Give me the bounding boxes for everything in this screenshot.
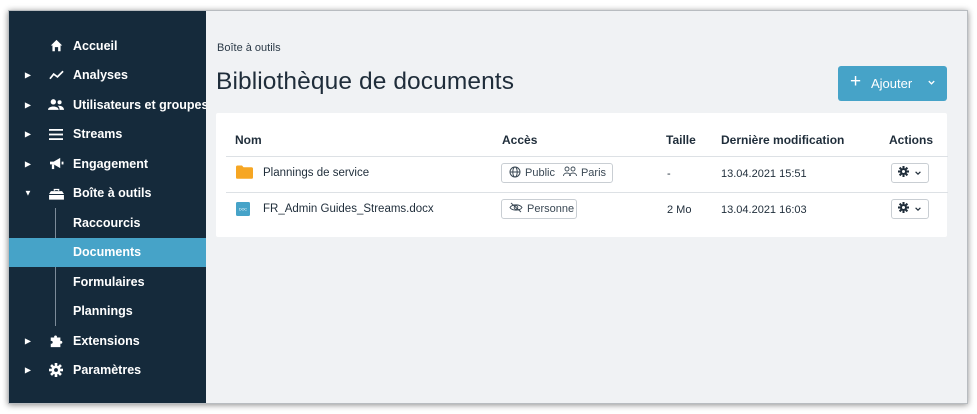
puzzle-icon	[47, 332, 65, 350]
sidebar-item-label: Paramètres	[73, 363, 142, 378]
sidebar-subitem-raccourcis[interactable]: Raccourcis	[9, 208, 206, 238]
caret-right-icon: ▶	[24, 129, 32, 139]
sidebar-item-analyses[interactable]: ▶ Analyses	[9, 61, 206, 91]
chart-line-icon	[47, 66, 65, 84]
home-icon	[47, 37, 65, 55]
add-button[interactable]: + Ajouter	[838, 66, 947, 101]
add-button-label: Ajouter	[871, 76, 913, 91]
caret-right-icon: ▶	[24, 70, 32, 80]
sidebar-subitem-plannings[interactable]: Plannings	[9, 297, 206, 327]
file-size: -	[667, 168, 671, 180]
sidebar-item-users[interactable]: ▶ Utilisateurs et groupes	[9, 90, 209, 120]
doc-file-icon: DOC	[236, 202, 250, 221]
caret-right-icon: ▶	[24, 100, 32, 110]
file-modified: 13.04.2021 15:51	[721, 168, 807, 180]
group-icon	[563, 166, 577, 180]
eye-slash-icon	[509, 202, 523, 216]
access-badge[interactable]: Public Paris	[501, 163, 613, 183]
chevron-down-icon	[914, 164, 922, 182]
sidebar-item-label: Utilisateurs et groupes	[73, 97, 209, 112]
sidebar-item-streams[interactable]: ▶ Streams	[9, 120, 206, 150]
column-header-size[interactable]: Taille	[666, 133, 696, 147]
caret-right-icon: ▶	[24, 365, 32, 375]
sidebar-item-accueil[interactable]: Accueil	[9, 31, 206, 61]
column-header-access[interactable]: Accès	[502, 133, 537, 147]
documents-table: Nom Accès Taille Dernière modification A…	[216, 113, 948, 237]
breadcrumb[interactable]: Boîte à outils	[217, 42, 281, 54]
access-secondary: Paris	[580, 167, 607, 179]
gear-icon	[47, 361, 65, 379]
column-header-name[interactable]: Nom	[235, 133, 262, 147]
sidebar-item-extensions[interactable]: ▶ Extensions	[9, 326, 206, 356]
megaphone-icon	[47, 155, 65, 173]
table-divider	[226, 192, 948, 193]
column-header-actions: Actions	[889, 133, 934, 147]
caret-right-icon: ▶	[24, 159, 32, 169]
globe-icon	[509, 166, 521, 181]
app-window: Accueil ▶ Analyses ▶ Utilisateurs et gro…	[8, 10, 968, 404]
sidebar-subitem-formulaires[interactable]: Formulaires	[9, 267, 206, 297]
main-content: Boîte à outils Bibliothèque de documents…	[206, 11, 967, 403]
access-badge[interactable]: Personne	[501, 199, 577, 219]
sidebar-item-label: Analyses	[73, 68, 128, 83]
doc-icon-text: DOC	[239, 208, 247, 212]
sidebar-subitem-documents[interactable]: Documents	[9, 237, 206, 267]
file-modified: 13.04.2021 16:03	[721, 204, 807, 216]
toolbox-submenu: Raccourcis Documents Formulaires Plannin…	[9, 208, 206, 326]
sidebar-item-label: Streams	[73, 127, 123, 142]
gear-icon	[898, 200, 909, 218]
toolbox-icon	[47, 184, 65, 202]
access-primary: Personne	[527, 203, 575, 215]
sidebar-item-engagement[interactable]: ▶ Engagement	[9, 149, 206, 179]
access-primary: Public	[525, 167, 555, 179]
page-title: Bibliothèque de documents	[216, 68, 515, 95]
caret-down-icon: ▼	[24, 188, 32, 198]
plus-icon: +	[850, 71, 862, 92]
sidebar-item-label: Engagement	[73, 156, 149, 171]
sidebar-item-label: Accueil	[73, 38, 118, 53]
list-icon	[47, 125, 65, 143]
chevron-down-icon	[914, 200, 922, 218]
actions-menu-button[interactable]	[891, 199, 929, 219]
file-name[interactable]: Plannings de service	[263, 167, 369, 179]
chevron-down-icon	[927, 75, 936, 90]
table-divider	[226, 156, 948, 157]
column-header-modified[interactable]: Dernière modification	[721, 133, 844, 147]
sidebar-item-label: Extensions	[73, 333, 140, 348]
actions-menu-button[interactable]	[891, 163, 929, 183]
users-icon	[47, 96, 65, 114]
folder-icon	[236, 165, 253, 184]
file-size: 2 Mo	[667, 204, 692, 216]
caret-right-icon: ▶	[24, 336, 32, 346]
gear-icon	[898, 164, 909, 182]
sidebar-item-label: Boîte à outils	[73, 186, 152, 201]
sidebar: Accueil ▶ Analyses ▶ Utilisateurs et gro…	[9, 11, 209, 403]
file-name[interactable]: FR_Admin Guides_Streams.docx	[263, 203, 434, 215]
sidebar-item-toolbox[interactable]: ▼ Boîte à outils	[9, 179, 206, 209]
sidebar-item-settings[interactable]: ▶ Paramètres	[9, 356, 206, 386]
